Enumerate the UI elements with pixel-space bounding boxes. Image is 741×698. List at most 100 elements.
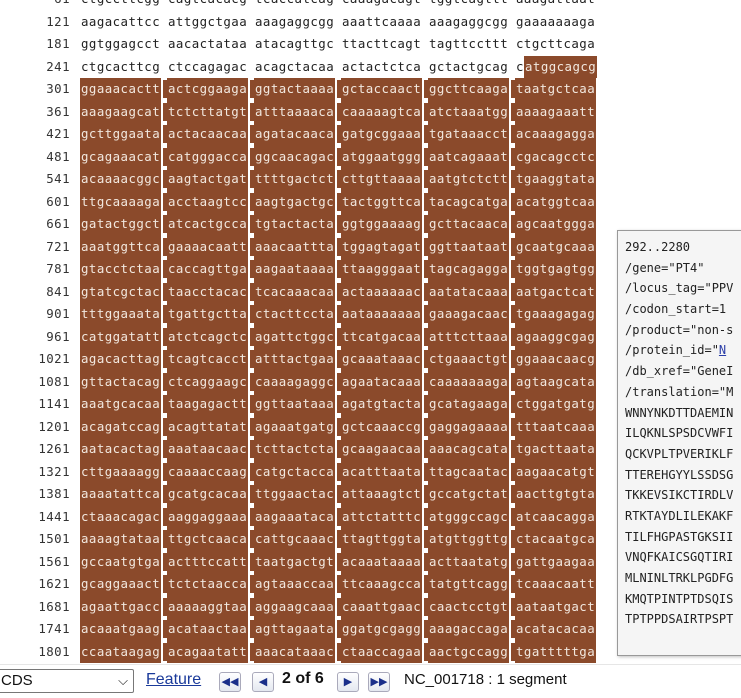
- sequence-chunk: catggatatt: [80, 325, 162, 348]
- sequence-position: 1681: [38, 598, 70, 614]
- sequence-chunk: gcttggaata: [80, 123, 162, 146]
- sequence-chunk: aaagaagcat: [80, 100, 162, 123]
- sequence-position: 481: [46, 148, 70, 164]
- last-page-button[interactable]: ▶▶: [368, 672, 390, 692]
- sequence-chunk: tagcagagga: [428, 258, 510, 281]
- sequence-chunk: tagttccttt: [429, 36, 509, 51]
- sequence-chunk: ctggatgatg: [515, 393, 597, 416]
- tooltip-line: TILFHGPASTGKSII: [625, 527, 741, 548]
- sequence-chunk: aatgtctctt: [428, 168, 510, 191]
- sequence-chunk: catgctacca: [254, 460, 336, 483]
- sequence-position: 1801: [38, 643, 70, 659]
- sequence-chunk: gccatgctat: [428, 483, 510, 506]
- sequence-chunk: gctaccaact: [341, 78, 423, 101]
- tooltip-text: TTEREHGYYLSSDSG: [625, 467, 734, 482]
- sequence-chunk: aataaaaaaa: [341, 303, 423, 326]
- sequence-chunk: tttggaaata: [80, 303, 162, 326]
- sequence-position: 181: [46, 36, 70, 51]
- sequence-chunk: tctcttatgt: [167, 100, 249, 123]
- sequence-chunk: aagtactgat: [167, 168, 249, 191]
- next-page-button[interactable]: ▶: [337, 672, 359, 692]
- sequence-chunk: ggttaataat: [428, 235, 510, 258]
- sequence-chunk: atttcttaaa: [428, 325, 510, 348]
- feature-tooltip: 292..2280/gene="PT4" /locus_tag="PPV/codo…: [617, 230, 741, 656]
- sequence-position: 721: [46, 238, 70, 254]
- sequence-chunk: tatgttcagg: [428, 573, 510, 596]
- feature-type-select[interactable]: CDS ⌵: [0, 669, 134, 693]
- double-left-arrow-icon: ◀◀: [221, 676, 239, 688]
- sequence-chunk: atgttggttg: [428, 528, 510, 551]
- sequence-chunk: tactggttca: [341, 190, 423, 213]
- sequence-chunk: gaaaacaatt: [167, 235, 249, 258]
- sequence-chunk: aaattcaaaa: [342, 13, 422, 29]
- sequence-chunk: tgattgctta: [167, 303, 249, 326]
- tooltip-line: VNQFKAICSGQTIRI: [625, 547, 741, 568]
- tooltip-line: /locus_tag="PPV: [625, 278, 741, 299]
- sequence-row: 781 gtacctctaa caccagttga aagaataaaa ttaaggg…: [0, 258, 620, 281]
- sequence-position: 1501: [38, 531, 70, 546]
- sequence-chunk: aacactataa: [168, 36, 248, 51]
- sequence-view[interactable]: 61 ctgccttcgg cagtcacacg tcaccatcag caaagaca…: [0, 0, 620, 663]
- sequence-chunk: aaagattaat: [515, 0, 596, 11]
- sequence-position: 1141: [38, 396, 70, 411]
- tooltip-line: /product="non-s: [625, 320, 741, 341]
- sequence-chunk: ctaaccagaa: [341, 640, 423, 663]
- right-arrow-icon: ▶: [343, 676, 353, 688]
- sequence-chunk: acaaagagga: [515, 123, 597, 146]
- sequence-chunk: ctccagagac: [168, 58, 248, 74]
- sequence-row: 481 gcagaaacat catgggacca ggcaacagac atggaat…: [0, 145, 620, 168]
- sequence-chunk: gcaggaaact: [80, 573, 162, 596]
- sequence-chunk: gatactggct: [80, 213, 162, 236]
- tooltip-line: /db_xref="GeneI: [625, 361, 741, 382]
- sequence-row: 421 gcttggaata actacaacaa agatacaaca gatgcgg…: [0, 123, 620, 146]
- tooltip-text: ILQKNLSPSDCVWFI: [625, 426, 734, 441]
- sequence-chunk: agcaatggga: [515, 213, 597, 236]
- feature-link[interactable]: Feature: [146, 671, 201, 689]
- sequence-chunk: aaaaaggtaa: [167, 595, 249, 618]
- tooltip-line: TKKEVSIKCTIRDLV: [625, 485, 741, 506]
- sequence-chunk: acaaataaaa: [341, 550, 423, 573]
- sequence-chunk: atggcagcg: [524, 55, 598, 78]
- sequence-chunk: acctaagtcc: [167, 190, 249, 213]
- sequence-chunk: ctacaatgca: [515, 528, 597, 551]
- sequence-chunk: ttgcaaaaga: [80, 190, 162, 213]
- sequence-chunk: tcaaacaatt: [515, 573, 597, 596]
- sequence-position: 1381: [38, 486, 70, 501]
- tooltip-line: /codon_start=1: [625, 299, 741, 320]
- sequence-position: 661: [46, 216, 70, 231]
- first-page-button[interactable]: ◀◀: [219, 672, 241, 692]
- sequence-position: 601: [46, 193, 70, 209]
- sequence-row: 1561 gccaatgtga actttccatt taatgactgt acaaat…: [0, 550, 620, 573]
- previous-page-button[interactable]: ◀: [252, 672, 274, 692]
- sequence-chunk: tggtcagttt: [428, 0, 509, 11]
- sequence-row: 1501 aaaagtataa ttgctcaaca cattgcaaac ttagtt…: [0, 528, 620, 551]
- tooltip-text: RTKTAYDLILEKAKF: [625, 508, 734, 523]
- sequence-chunk: acatttaata: [341, 460, 423, 483]
- sequence-row: 661 gatactggct atcactgcca tgtactacta ggtggaa…: [0, 213, 620, 236]
- protein-id-link[interactable]: N: [719, 343, 726, 357]
- tooltip-line: TTEREHGYYLSSDSG: [625, 465, 741, 486]
- left-arrow-icon: ◀: [258, 676, 268, 688]
- sequence-chunk: agaaatgatg: [254, 415, 336, 438]
- sequence-row: 361 aaagaagcat tctcttatgt atttaaaaca caaaaag…: [0, 100, 620, 123]
- sequence-chunk: ctgcacttcg: [81, 58, 161, 74]
- sequence-chunk: actacaacaa: [167, 123, 249, 146]
- tooltip-text: TKKEVSIKCTIRDLV: [625, 488, 734, 503]
- sequence-chunk: gaggagaaaa: [428, 415, 510, 438]
- sequence-chunk: ttagttggta: [341, 528, 423, 551]
- sequence-chunk: aggaagcaaa: [254, 595, 336, 618]
- sequence-chunk: aaataacaac: [167, 438, 249, 461]
- sequence-chunk: gctactgcag: [429, 58, 509, 74]
- sequence-chunk: actcggaaga: [167, 78, 249, 101]
- sequence-chunk: ctacttccta: [254, 303, 336, 326]
- tooltip-line: WNNYNKDTTDAEMIN: [625, 403, 741, 424]
- tooltip-text: /translation="M: [625, 384, 734, 399]
- sequence-row: 601 ttgcaaaaga acctaagtcc aagtgactgc tactggt…: [0, 190, 620, 213]
- sequence-row: 301 ggaaacactt actcggaaga ggtactaaaa gctacca…: [0, 78, 620, 101]
- sequence-row: 121 aagacattcc attggctgaa aaagaggcgg aaattca…: [0, 11, 620, 34]
- sequence-chunk: aagacattcc: [81, 13, 161, 29]
- tooltip-text: QCKVPLTPVERIKLF: [625, 446, 734, 461]
- tooltip-text: /codon_start=1: [625, 302, 727, 317]
- sequence-chunk: actactctca: [342, 58, 422, 74]
- sequence-chunk: tggagtagat: [341, 235, 423, 258]
